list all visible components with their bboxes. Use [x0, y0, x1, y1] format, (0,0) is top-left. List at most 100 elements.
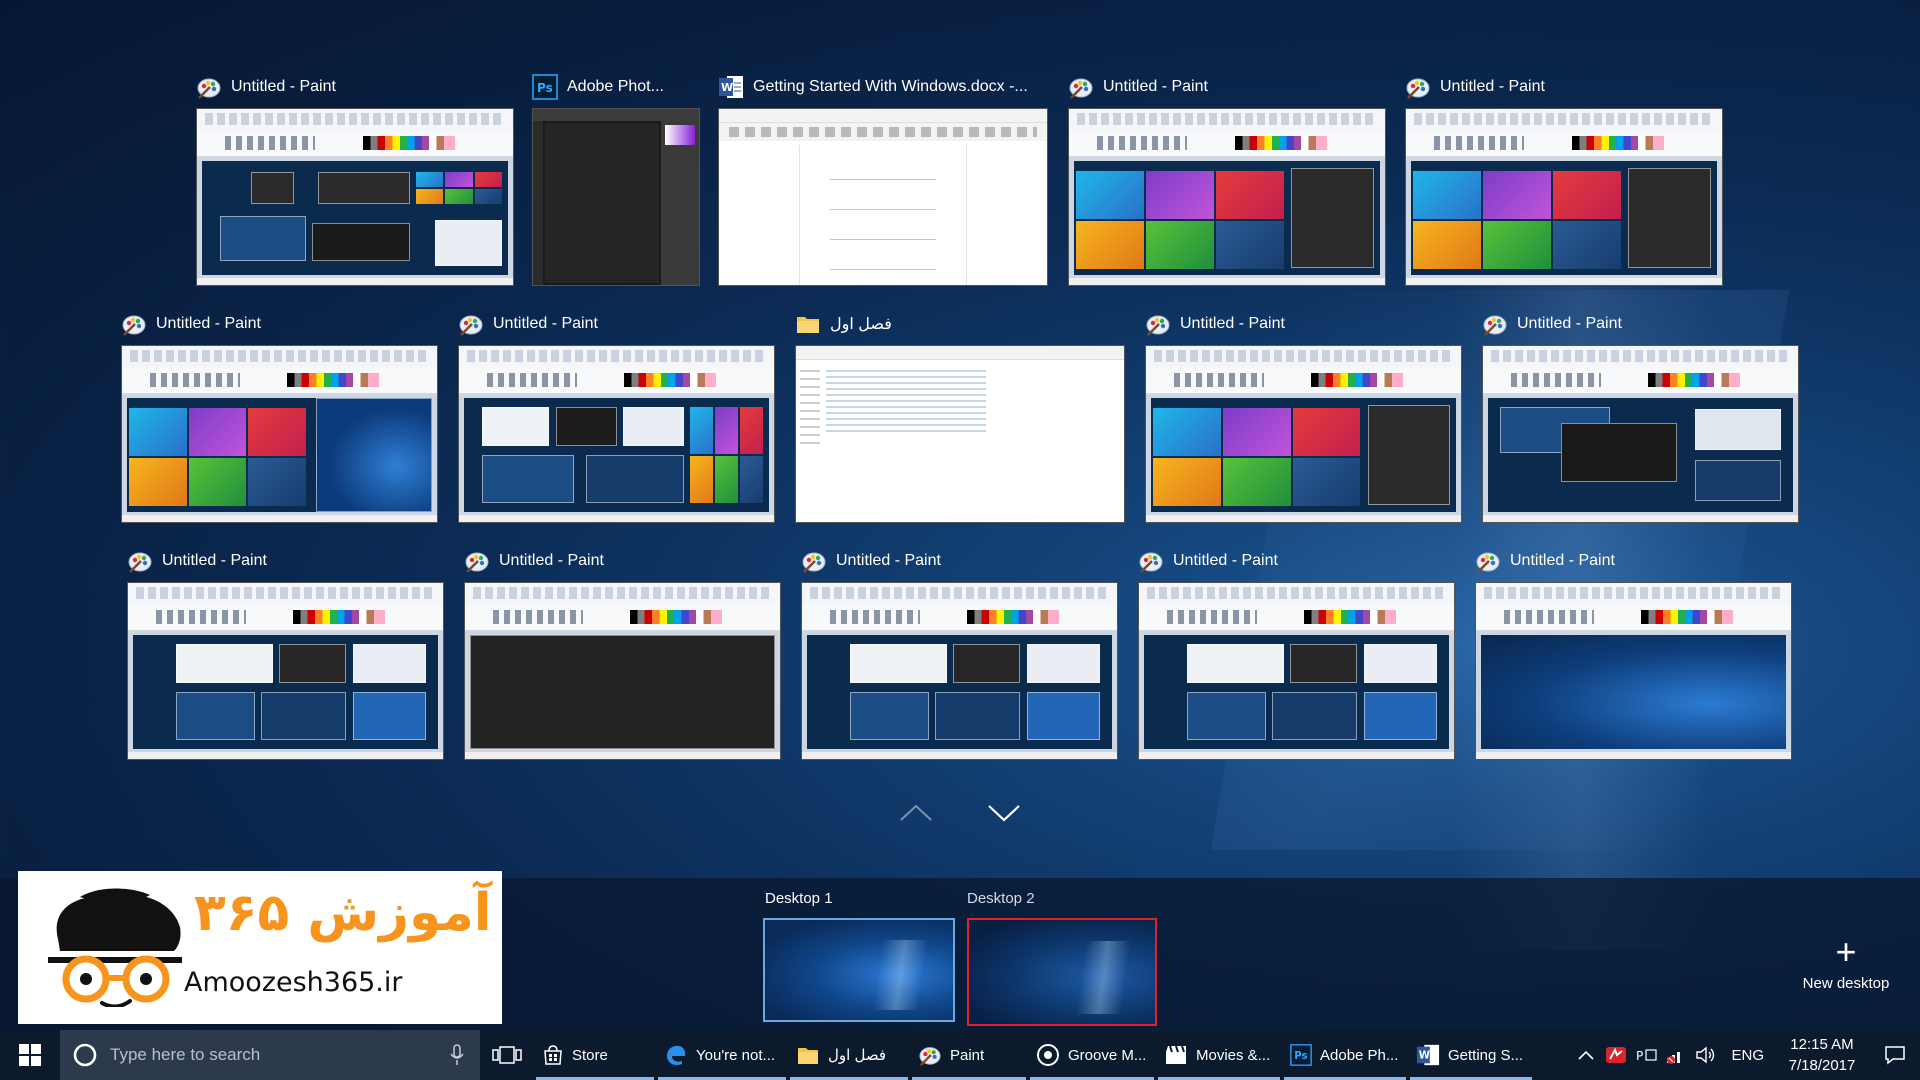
taskbar-app-label: Paint	[950, 1046, 985, 1064]
input-method-tray-icon[interactable]: P	[1631, 1030, 1661, 1080]
task-view-window-w10[interactable]: Untitled - Paint	[1482, 307, 1799, 523]
chevron-down-icon[interactable]	[987, 802, 1021, 824]
new-desktop-label: New desktop	[1802, 975, 1890, 992]
window-thumbnail[interactable]	[795, 345, 1125, 523]
system-tray: P ENG 12:15 AM 7/18/2017	[1571, 1030, 1920, 1080]
task-view-window-w4[interactable]: Untitled - Paint	[1068, 70, 1386, 286]
window-thumbnail[interactable]	[458, 345, 775, 523]
chevron-up-icon[interactable]	[899, 802, 933, 824]
taskbar-app-label: Adobe Ph...	[1320, 1046, 1399, 1064]
task-view-window-w12[interactable]: Untitled - Paint	[464, 544, 781, 760]
antivirus-tray-icon[interactable]	[1601, 1030, 1631, 1080]
task-view-window-w5[interactable]: Untitled - Paint	[1405, 70, 1723, 286]
paint-app-icon	[1405, 74, 1431, 100]
task-view-window-w13[interactable]: Untitled - Paint	[801, 544, 1118, 760]
window-title: Untitled - Paint	[1517, 315, 1622, 332]
window-thumbnail[interactable]	[464, 582, 781, 760]
movies-icon	[1164, 1044, 1188, 1066]
taskbar-app-paint[interactable]: Paint	[910, 1030, 1028, 1080]
taskbar-app-word[interactable]: W Getting S...	[1408, 1030, 1534, 1080]
chevron-up-icon	[1578, 1050, 1595, 1060]
window-thumbnail[interactable]	[196, 108, 514, 286]
svg-text:P: P	[1636, 1049, 1643, 1063]
task-view-window-w6[interactable]: Untitled - Paint	[121, 307, 438, 523]
task-view-window-w11[interactable]: Untitled - Paint	[127, 544, 444, 760]
taskbar-app-movies[interactable]: Movies &...	[1156, 1030, 1282, 1080]
edge-icon	[664, 1043, 688, 1067]
taskbar-app-folder[interactable]: فصل اول	[788, 1030, 910, 1080]
cortana-icon	[73, 1043, 97, 1067]
paint-app-icon	[1068, 74, 1094, 100]
language-indicator[interactable]: ENG	[1721, 1047, 1774, 1064]
task-view-window-w2[interactable]: Ps Adobe Phot...	[532, 70, 700, 286]
window-title: Untitled - Paint	[493, 315, 598, 332]
taskbar-app-groove[interactable]: Groove M...	[1028, 1030, 1156, 1080]
taskbar-app-label: Store	[572, 1046, 608, 1064]
task-view-window-w9[interactable]: Untitled - Paint	[1145, 307, 1462, 523]
task-view-window-w1[interactable]: Untitled - Paint	[196, 70, 514, 286]
explorer-app-icon	[795, 311, 821, 337]
task-view-window-w3[interactable]: W Getting Started With Windows.docx -...	[718, 70, 1048, 286]
window-thumbnail[interactable]	[1068, 108, 1386, 286]
new-desktop-button[interactable]: + New desktop	[1800, 934, 1892, 993]
volume-tray-icon[interactable]	[1691, 1030, 1721, 1080]
taskbar-app-label: Getting S...	[1448, 1046, 1524, 1064]
microphone-icon[interactable]	[450, 1044, 464, 1066]
search-box[interactable]	[60, 1030, 480, 1080]
mascot-logo-icon	[48, 888, 182, 1007]
svg-text:Ps: Ps	[1294, 1051, 1307, 1062]
search-input[interactable]	[110, 1045, 438, 1065]
network-disconnected-icon	[1667, 1052, 1681, 1064]
word-app-icon: W	[718, 74, 744, 100]
clock-time: 12:15 AM	[1790, 1036, 1854, 1053]
window-thumbnail[interactable]	[121, 345, 438, 523]
window-thumbnail[interactable]	[801, 582, 1118, 760]
taskbar-app-label: You're not...	[696, 1046, 776, 1064]
paint-app-icon	[127, 548, 153, 574]
store-icon	[542, 1044, 564, 1066]
window-title: Untitled - Paint	[499, 552, 604, 569]
task-view-window-w15[interactable]: Untitled - Paint	[1475, 544, 1792, 760]
paint-app-icon	[1138, 548, 1164, 574]
window-thumbnail[interactable]	[532, 108, 700, 286]
clock[interactable]: 12:15 AM 7/18/2017	[1774, 1034, 1870, 1076]
window-thumbnail[interactable]	[1482, 345, 1799, 523]
window-thumbnail[interactable]	[1145, 345, 1462, 523]
taskbar-app-edge[interactable]: You're not...	[656, 1030, 788, 1080]
word-icon: W	[1416, 1043, 1440, 1067]
network-tray-icon[interactable]	[1661, 1030, 1691, 1080]
antivirus-icon	[1606, 1047, 1627, 1063]
action-center-button[interactable]	[1870, 1030, 1920, 1080]
paint-app-icon	[1475, 548, 1501, 574]
window-title-bar: Untitled - Paint	[1405, 70, 1920, 104]
desktop-1-thumbnail[interactable]	[763, 918, 955, 1022]
svg-text:W: W	[1419, 1051, 1430, 1062]
window-thumbnail[interactable]	[1475, 582, 1792, 760]
speaker-icon	[1696, 1046, 1715, 1064]
taskbar-app-store[interactable]: Store	[534, 1030, 656, 1080]
window-thumbnail[interactable]	[1138, 582, 1455, 760]
task-view-window-w14[interactable]: Untitled - Paint	[1138, 544, 1455, 760]
window-title: Untitled - Paint	[1440, 78, 1545, 95]
taskbar-app-label: فصل اول	[828, 1047, 887, 1064]
desktop-2-thumbnail[interactable]	[967, 918, 1157, 1026]
window-thumbnail[interactable]	[1405, 108, 1723, 286]
task-view-window-w8[interactable]: فصل اول	[795, 307, 1125, 523]
window-title: Untitled - Paint	[836, 552, 941, 569]
taskbar-app-photoshop[interactable]: Ps Adobe Ph...	[1282, 1030, 1408, 1080]
task-view-button[interactable]	[480, 1030, 534, 1080]
task-view-window-w7[interactable]: Untitled - Paint	[458, 307, 775, 523]
paint-app-icon	[196, 74, 222, 100]
window-thumbnail[interactable]	[718, 108, 1048, 286]
window-title: فصل اول	[830, 316, 892, 333]
show-hidden-icons-button[interactable]	[1571, 1030, 1601, 1080]
window-title: Adobe Phot...	[567, 78, 664, 95]
clock-date: 7/18/2017	[1788, 1057, 1856, 1074]
window-title: Untitled - Paint	[1173, 552, 1278, 569]
window-title: Untitled - Paint	[1510, 552, 1615, 569]
windows-logo-icon	[19, 1044, 41, 1066]
paint-app-icon	[801, 548, 827, 574]
window-thumbnail[interactable]	[127, 582, 444, 760]
start-button[interactable]	[0, 1030, 60, 1080]
window-title: Untitled - Paint	[162, 552, 267, 569]
